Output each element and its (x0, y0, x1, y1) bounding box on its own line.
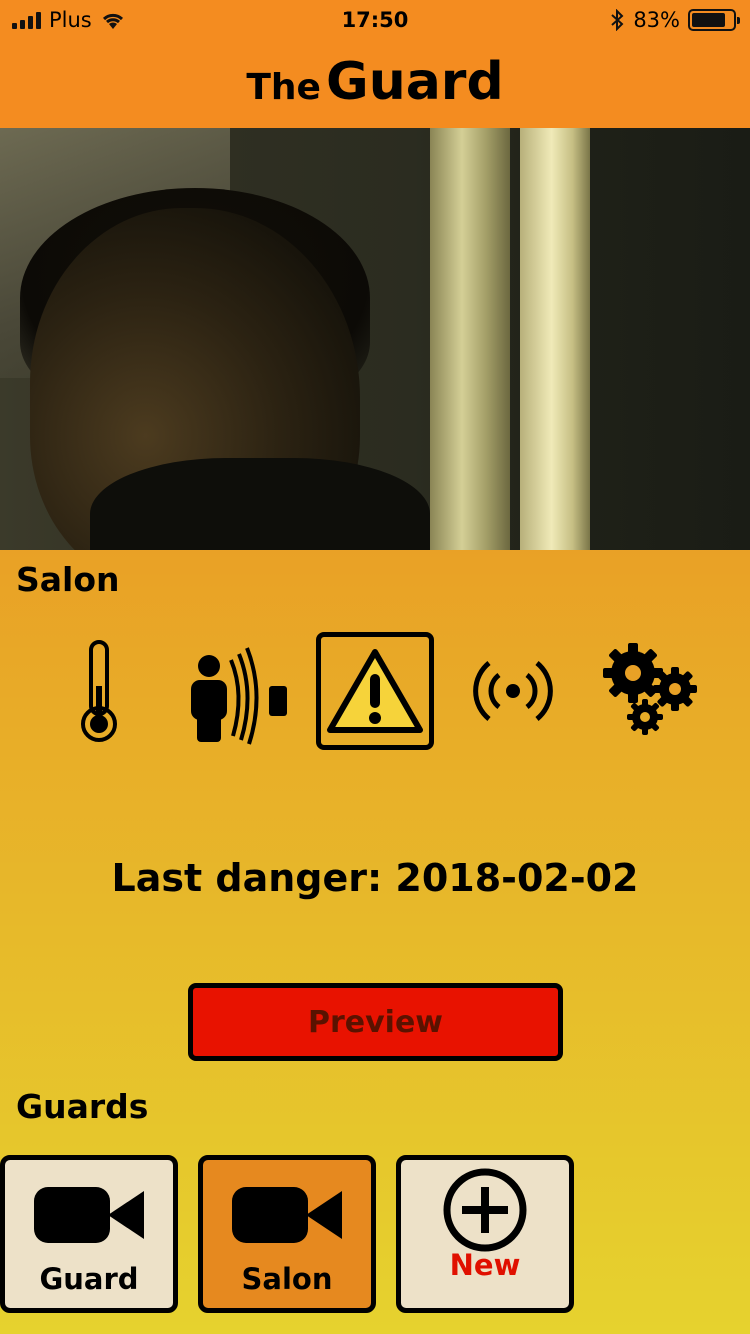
warning-icon[interactable] (316, 632, 434, 750)
camera-feed[interactable] (0, 128, 750, 550)
guard-tile-guard[interactable]: Guard (0, 1155, 178, 1313)
guard-tile-salon[interactable]: Salon (198, 1155, 376, 1313)
feed-curtain (430, 128, 510, 550)
app-title-small: The (246, 67, 321, 108)
guard-tile-label: Guard (39, 1262, 139, 1296)
battery-level (692, 13, 726, 27)
settings-gears-icon[interactable] (592, 632, 710, 750)
video-camera-icon (32, 1178, 146, 1252)
camera-name: Salon (16, 560, 120, 599)
main-panel: Salon Last danger: 2018-02-02 Preview Gu… (0, 550, 750, 1334)
top-bar: Plus 17:50 83% The Guard (0, 0, 750, 128)
app-title: The Guard (0, 52, 750, 112)
battery-icon (688, 9, 740, 31)
last-danger-text: Last danger: 2018-02-02 (111, 856, 639, 900)
guard-tile-label: Salon (241, 1262, 333, 1296)
guard-tile-label: New (449, 1248, 521, 1282)
status-right: 83% (609, 8, 740, 32)
sensor-toolbar (0, 632, 750, 750)
feed-curtain (520, 128, 590, 550)
app-title-big: Guard (326, 52, 504, 112)
status-bar: Plus 17:50 83% (0, 0, 750, 40)
video-camera-icon (230, 1178, 344, 1252)
battery-percent: 83% (633, 8, 680, 32)
broadcast-icon[interactable] (454, 632, 572, 750)
thermometer-icon[interactable] (40, 632, 158, 750)
preview-button[interactable]: Preview (188, 983, 563, 1061)
feed-person-shoulder (90, 458, 430, 550)
new-guard-button[interactable]: New (396, 1155, 574, 1313)
guards-title: Guards (16, 1087, 149, 1126)
plus-circle-icon (440, 1168, 530, 1252)
motion-sensor-icon[interactable] (176, 632, 294, 750)
bluetooth-icon (611, 9, 624, 31)
